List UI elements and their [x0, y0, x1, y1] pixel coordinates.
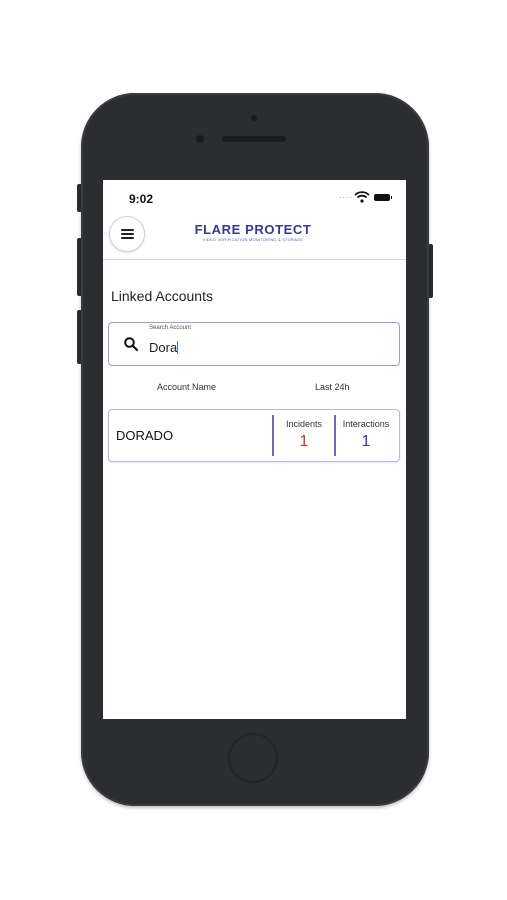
phone-screen: 9:02 .... FLARE PROTECT VIDEO VERIFICATI… — [103, 180, 406, 719]
search-input[interactable]: Search Account Dora — [108, 322, 400, 366]
battery-icon — [374, 194, 392, 201]
search-icon — [124, 337, 139, 352]
hamburger-menu-icon — [120, 229, 134, 239]
earpiece-speaker — [222, 136, 286, 142]
page-title: Linked Accounts — [111, 288, 213, 304]
menu-button[interactable] — [109, 216, 145, 252]
signal-indicator: .... — [339, 190, 354, 200]
interactions-count: 1 — [361, 433, 371, 450]
search-label: Search Account — [149, 325, 192, 331]
logo-title: FLARE PROTECT — [194, 222, 312, 237]
status-bar: 9:02 .... — [103, 180, 406, 216]
search-value: Dora — [149, 340, 179, 355]
incidents-count: 1 — [299, 433, 309, 450]
column-header-account-name: Account Name — [157, 382, 217, 392]
app-header: FLARE PROTECT VIDEO VERIFICATION MONITOR… — [103, 216, 406, 260]
text-cursor — [177, 341, 179, 354]
logo-subtitle: VIDEO VERIFICATION MONITORING & STORAGE — [202, 237, 304, 242]
proximity-sensor — [251, 115, 257, 121]
home-button — [228, 733, 278, 783]
wifi-icon — [354, 191, 370, 203]
front-camera — [196, 135, 204, 143]
account-row[interactable]: DORADO Incidents 1 Interactions 1 — [108, 409, 400, 462]
interactions-label: Interactions — [342, 419, 390, 429]
column-header-last-24h: Last 24h — [315, 382, 350, 392]
incidents-label: Incidents — [285, 419, 323, 429]
status-time: 9:02 — [129, 192, 154, 206]
app-logo: FLARE PROTECT VIDEO VERIFICATION MONITOR… — [183, 222, 323, 243]
account-name: DORADO — [116, 428, 174, 443]
